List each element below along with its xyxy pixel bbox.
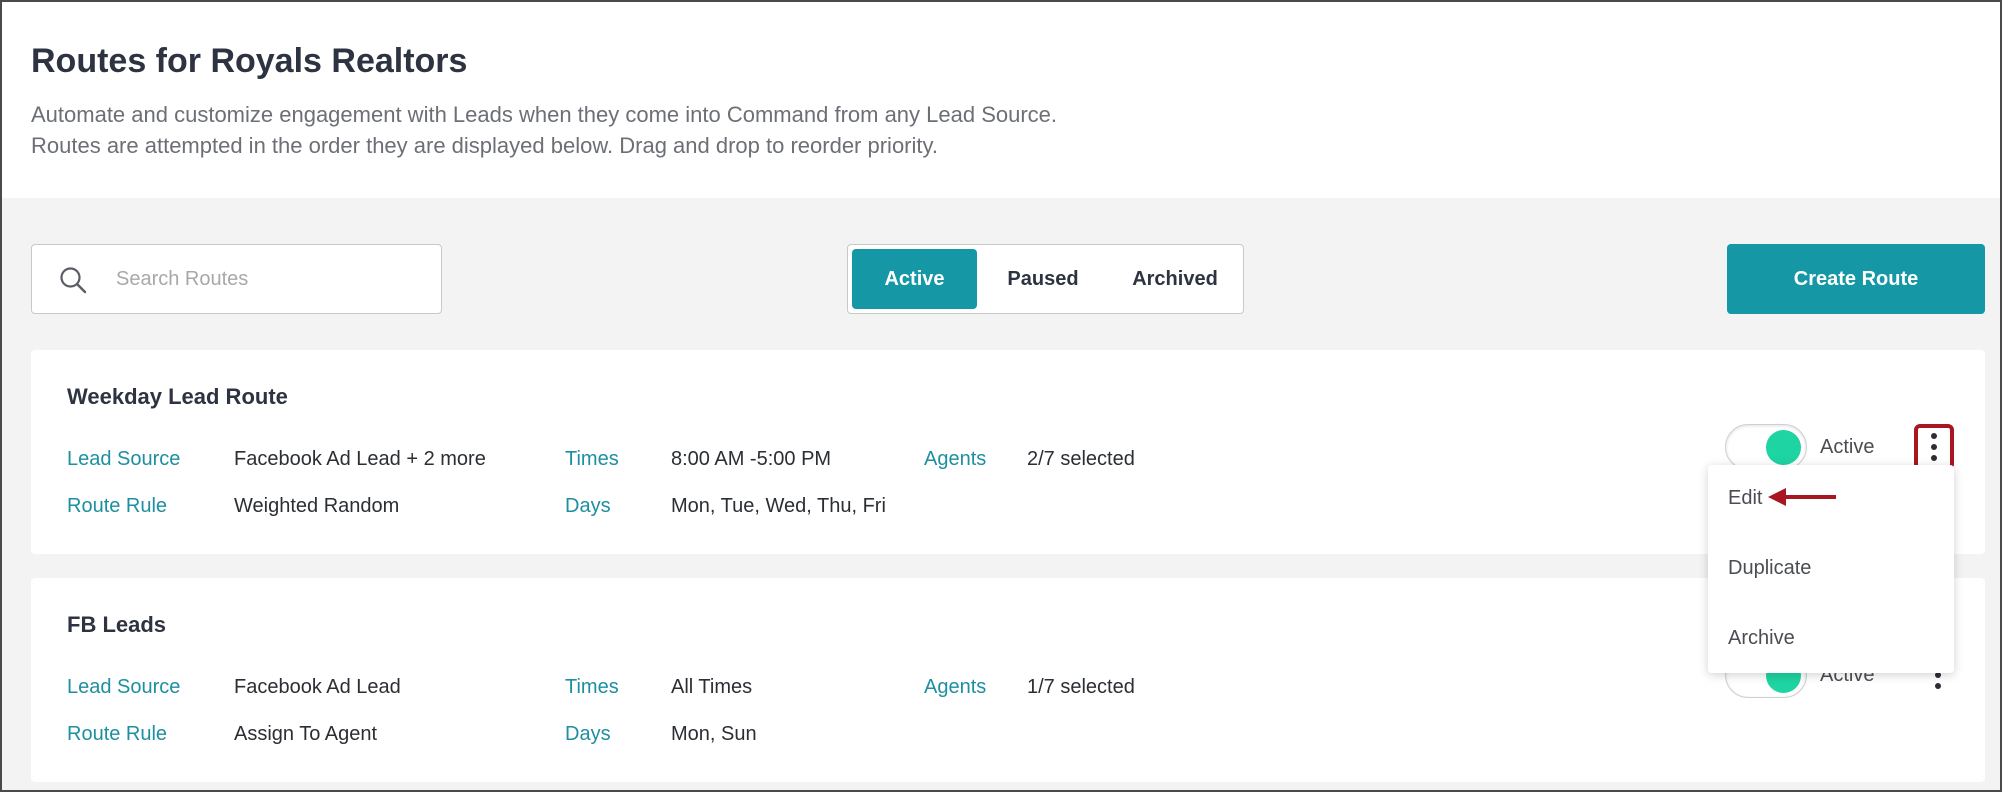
route-rule-value: Weighted Random: [234, 495, 400, 517]
menu-item-duplicate[interactable]: Duplicate: [1728, 557, 1811, 580]
lead-source-label: Lead Source: [67, 448, 181, 470]
lead-source-value: Facebook Ad Lead + 2 more: [234, 448, 486, 470]
days-value: Mon, Sun: [671, 723, 757, 745]
search-box[interactable]: [31, 244, 442, 314]
route-card[interactable]: Weekday Lead Route Lead Source Facebook …: [31, 350, 1985, 554]
route-rule-label: Route Rule: [67, 495, 168, 517]
search-icon: [60, 267, 87, 294]
route-name: FB Leads: [67, 612, 167, 637]
route-rule-value: Assign To Agent: [234, 723, 378, 745]
times-value: 8:00 AM -5:00 PM: [671, 448, 832, 470]
page-header: Routes for Royals Realtors Automate and …: [2, 2, 2000, 198]
lead-source-label: Lead Source: [67, 676, 181, 698]
route-rule-label: Route Rule: [67, 723, 168, 745]
app-frame: Routes for Royals Realtors Automate and …: [0, 0, 2002, 792]
pointer-arrow-icon: [1768, 488, 1836, 506]
page-description-line-1: Automate and customize engagement with L…: [31, 102, 1058, 127]
create-route-button[interactable]: Create Route: [1727, 244, 1985, 314]
route-card[interactable]: FB Leads Lead Source Facebook Ad Lead Ti…: [31, 578, 1985, 782]
route-name: Weekday Lead Route: [67, 384, 288, 409]
tab-active[interactable]: Active: [852, 249, 977, 309]
agents-value: 2/7 selected: [1027, 448, 1135, 470]
lead-source-value: Facebook Ad Lead: [234, 676, 401, 698]
toggle-knob: [1766, 430, 1801, 465]
agents-label: Agents: [924, 676, 987, 698]
search-input[interactable]: [116, 245, 426, 313]
menu-item-archive[interactable]: Archive: [1728, 627, 1795, 650]
tab-archived[interactable]: Archived: [1110, 249, 1240, 309]
status-filter-tabs: Active Paused Archived: [847, 244, 1244, 314]
days-label: Days: [565, 495, 611, 517]
page-title: Routes for Royals Realtors: [31, 42, 468, 80]
route-status-toggle[interactable]: [1725, 424, 1807, 470]
routes-content: Active Paused Archived Create Route Week…: [2, 198, 2000, 790]
page-description-line-2: Routes are attempted in the order they a…: [31, 133, 938, 158]
times-label: Times: [565, 448, 619, 470]
agents-value: 1/7 selected: [1027, 676, 1135, 698]
days-label: Days: [565, 723, 611, 745]
days-value: Mon, Tue, Wed, Thu, Fri: [671, 495, 886, 517]
route-status-text: Active: [1820, 436, 1875, 458]
tab-paused[interactable]: Paused: [980, 249, 1106, 309]
times-label: Times: [565, 676, 619, 698]
menu-item-edit[interactable]: Edit: [1728, 487, 1762, 510]
agents-label: Agents: [924, 448, 987, 470]
more-options-icon[interactable]: [1914, 424, 1954, 470]
times-value: All Times: [671, 676, 753, 698]
